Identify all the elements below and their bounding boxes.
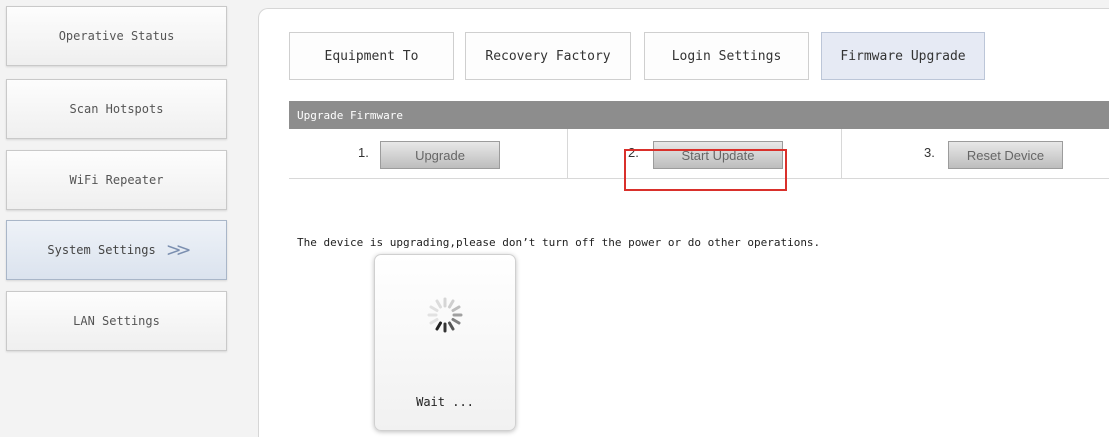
- step-number: 3.: [924, 145, 935, 160]
- tab-label: Recovery Factory: [485, 48, 611, 64]
- upgrade-steps: 1. Upgrade 2. Start Update 3. Reset Devi…: [289, 129, 1109, 179]
- sidebar-item-label: LAN Settings: [73, 314, 160, 328]
- tab-login-settings[interactable]: Login Settings: [644, 32, 809, 80]
- status-message: The device is upgrading,please don’t tur…: [297, 236, 821, 249]
- step-divider: [567, 129, 568, 179]
- sidebar-item-scan-hotspots[interactable]: Scan Hotspots: [6, 79, 227, 139]
- button-label: Upgrade: [415, 147, 465, 163]
- step-number: 2.: [628, 145, 639, 160]
- sidebar-item-operative-status[interactable]: Operative Status: [6, 6, 227, 66]
- sidebar-item-label: Operative Status: [58, 29, 175, 43]
- loading-spinner-icon: [427, 297, 463, 333]
- sidebar-item-lan-settings[interactable]: LAN Settings: [6, 291, 227, 351]
- button-label: Start Update: [681, 147, 755, 163]
- start-update-button[interactable]: Start Update: [653, 141, 783, 169]
- wait-text: Wait ...: [416, 395, 474, 409]
- sidebar-item-label: WiFi Repeater: [69, 173, 164, 187]
- sidebar-item-label: System Settings: [47, 243, 156, 257]
- section-title: Upgrade Firmware: [297, 108, 403, 122]
- double-chevron-right-icon: >>: [165, 239, 192, 261]
- section-header: Upgrade Firmware: [289, 101, 1109, 129]
- tab-label: Login Settings: [671, 48, 782, 64]
- tab-label: Equipment To: [324, 48, 419, 64]
- tab-recovery-factory[interactable]: Recovery Factory: [465, 32, 631, 80]
- sidebar-item-system-settings[interactable]: System Settings >>: [6, 220, 227, 280]
- tab-firmware-upgrade[interactable]: Firmware Upgrade: [821, 32, 985, 80]
- upgrade-button[interactable]: Upgrade: [380, 141, 500, 169]
- step-number: 1.: [358, 145, 369, 160]
- sidebar-item-label: Scan Hotspots: [69, 102, 164, 116]
- sidebar-nav: Operative Status Scan Hotspots WiFi Repe…: [0, 0, 240, 437]
- wait-dialog: Wait ...: [374, 254, 516, 431]
- step-divider: [841, 129, 842, 179]
- tab-equipment-to[interactable]: Equipment To: [289, 32, 454, 80]
- button-label: Reset Device: [966, 147, 1045, 163]
- sidebar-item-wifi-repeater[interactable]: WiFi Repeater: [6, 150, 227, 210]
- tab-label: Firmware Upgrade: [840, 48, 966, 64]
- reset-device-button[interactable]: Reset Device: [948, 141, 1063, 169]
